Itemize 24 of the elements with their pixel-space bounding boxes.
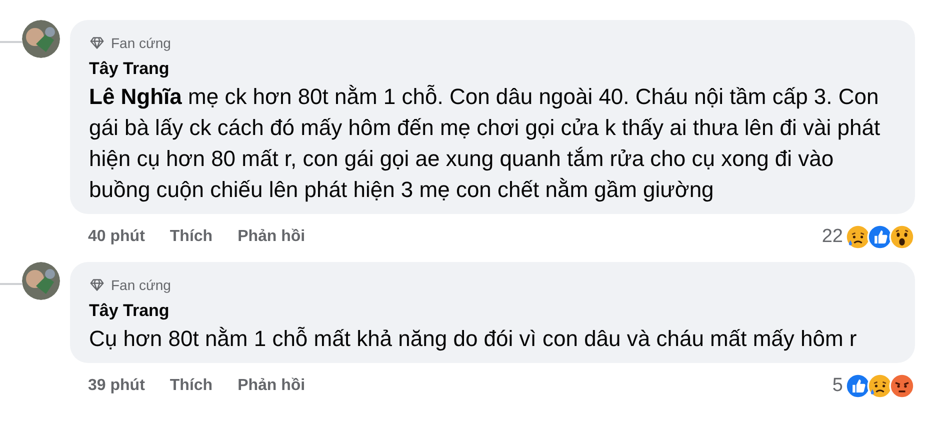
action-link[interactable]: Thích xyxy=(170,225,213,249)
diamond-icon xyxy=(89,278,105,292)
diamond-icon xyxy=(89,36,105,50)
action-link[interactable]: Phản hồi xyxy=(238,374,306,398)
comment-text: Lê Nghĩa mẹ ck hơn 80t nằm 1 chỗ. Con dâu ngoài 40. Cháu nội tầm cấp 3. Con gái bà lấy ck cách đó mấy hôm đến mẹ chơi gọi cửa k thấy ai thưa lên đi vài phát hiện cụ hơn 80 mất r, con gái gọi ae xung quanh tắm rửa cho cụ xong đi vào buồng cuộn chiếu lên phát hiện 3 mẹ con chết nằm gầm giường xyxy=(89,83,882,204)
action-link[interactable]: Thích xyxy=(170,374,213,398)
reaction-count[interactable]: 5 xyxy=(832,372,843,400)
thumbs-up-icon xyxy=(845,373,871,399)
reaction-count[interactable]: 22 xyxy=(822,222,843,252)
thumbs-up-icon xyxy=(867,224,893,250)
action-link[interactable]: Phản hồi xyxy=(238,225,306,249)
badge-label: Fan cứng xyxy=(111,34,171,53)
author-name[interactable]: Tây Trang xyxy=(89,57,170,81)
angry-face-icon xyxy=(889,373,915,399)
author-name[interactable]: Tây Trang xyxy=(89,299,170,323)
timestamp[interactable]: 39 phút xyxy=(88,374,145,398)
crying-face-icon xyxy=(867,373,893,399)
badge-label: Fan cứng xyxy=(111,276,171,295)
avatar-icon[interactable] xyxy=(22,20,60,58)
avatar-icon[interactable] xyxy=(22,262,60,300)
surprised-face-icon xyxy=(889,224,915,250)
timestamp[interactable]: 40 phút xyxy=(88,225,145,249)
crying-face-icon xyxy=(845,224,871,250)
comment-text: Cụ hơn 80t nằm 1 chỗ mất khả năng do đói vì con dâu và cháu mất mấy hôm r xyxy=(89,325,858,353)
